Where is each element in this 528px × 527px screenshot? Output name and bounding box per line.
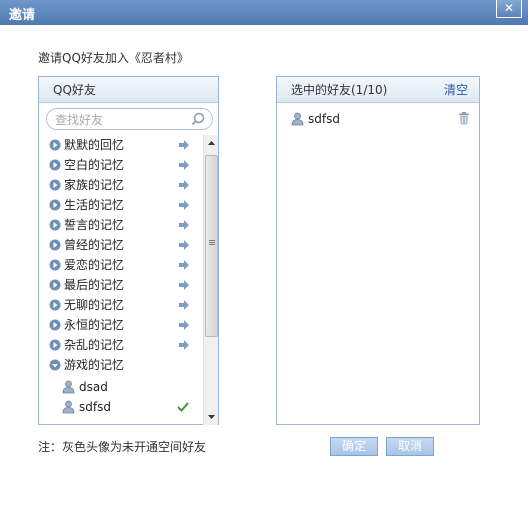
group-expanded-icon[interactable] <box>49 359 61 371</box>
friend-group[interactable]: 生活的记忆 <box>39 195 202 215</box>
clear-link[interactable]: 清空 <box>444 77 468 103</box>
add-group-arrow-icon[interactable] <box>179 200 189 210</box>
check-icon <box>177 402 189 412</box>
scrollbar-thumb[interactable] <box>205 155 218 337</box>
group-collapsed-icon[interactable] <box>49 159 61 171</box>
invite-subtitle: 邀请QQ好友加入《忍者村》 <box>38 51 189 65</box>
group-label: 空白的记忆 <box>64 158 125 172</box>
dialog-title: 邀请 <box>9 8 36 23</box>
group-label: 无聊的记忆 <box>64 298 125 312</box>
friend-item[interactable]: dsad <box>39 377 202 397</box>
group-label: 默默的回忆 <box>64 138 125 152</box>
group-collapsed-icon[interactable] <box>49 279 61 291</box>
friend-list: 默默的回忆空白的记忆家族的记忆生活的记忆誓言的记忆曾经的记忆爱恋的记忆最后的记忆… <box>39 135 202 425</box>
group-label: 永恒的记忆 <box>64 318 125 332</box>
person-icon <box>291 112 304 129</box>
cancel-button[interactable]: 取消 <box>386 437 434 456</box>
friend-group[interactable]: 家族的记忆 <box>39 175 202 195</box>
add-group-arrow-icon[interactable] <box>179 280 189 290</box>
add-group-arrow-icon[interactable] <box>179 220 189 230</box>
add-group-arrow-icon[interactable] <box>179 180 189 190</box>
friend-group[interactable]: 爱恋的记忆 <box>39 255 202 275</box>
friends-panel-header: QQ好友 <box>39 77 218 103</box>
group-label: 爱恋的记忆 <box>64 258 125 272</box>
group-label: 曾经的记忆 <box>64 238 125 252</box>
add-group-arrow-icon[interactable] <box>179 140 189 150</box>
friend-group[interactable]: 杂乱的记忆 <box>39 335 202 355</box>
add-group-arrow-icon[interactable] <box>179 340 189 350</box>
confirm-button[interactable]: 确定 <box>330 437 378 456</box>
friends-panel: QQ好友 默默的回忆空白的记忆家族的记忆生活的记忆誓言的记忆曾经的记忆爱恋的记忆… <box>38 76 219 425</box>
search-input[interactable] <box>55 112 185 127</box>
friend-item[interactable]: sdfsd <box>39 397 202 417</box>
add-group-arrow-icon[interactable] <box>179 320 189 330</box>
group-label: 家族的记忆 <box>64 178 125 192</box>
group-label: 游戏的记忆 <box>64 358 125 372</box>
friend-group[interactable]: 最后的记忆 <box>39 275 202 295</box>
selected-count-label: 选中的好友(1/10) <box>291 83 388 97</box>
group-collapsed-icon[interactable] <box>49 139 61 151</box>
friend-group[interactable]: 曾经的记忆 <box>39 235 202 255</box>
footer-note: 注：灰色头像为未开通空间好友 <box>38 440 207 454</box>
person-icon <box>62 400 75 420</box>
add-group-arrow-icon[interactable] <box>179 260 189 270</box>
selected-friend-name: sdfsd <box>308 112 340 126</box>
group-collapsed-icon[interactable] <box>49 299 61 311</box>
close-button[interactable]: ✕ <box>496 0 522 18</box>
group-collapsed-icon[interactable] <box>49 319 61 331</box>
add-group-arrow-icon[interactable] <box>179 300 189 310</box>
friend-list-scrollbar[interactable] <box>203 135 218 425</box>
add-group-arrow-icon[interactable] <box>179 160 189 170</box>
friend-name: dsad <box>79 380 108 394</box>
scroll-up-icon[interactable] <box>207 139 216 148</box>
friend-group[interactable]: 誓言的记忆 <box>39 215 202 235</box>
friend-group[interactable]: 永恒的记忆 <box>39 315 202 335</box>
group-collapsed-icon[interactable] <box>49 259 61 271</box>
group-collapsed-icon[interactable] <box>49 199 61 211</box>
selected-panel: 选中的好友(1/10) 清空 sdfsd <box>276 76 480 425</box>
group-collapsed-icon[interactable] <box>49 239 61 251</box>
friend-group[interactable]: 游戏的记忆 <box>39 355 202 375</box>
group-label: 杂乱的记忆 <box>64 338 125 352</box>
scroll-down-icon[interactable] <box>207 412 216 421</box>
add-group-arrow-icon[interactable] <box>179 240 189 250</box>
search-box[interactable] <box>46 108 213 130</box>
group-label: 生活的记忆 <box>64 198 125 212</box>
group-label: 誓言的记忆 <box>64 218 125 232</box>
trash-icon[interactable] <box>458 112 470 125</box>
friend-group[interactable]: 无聊的记忆 <box>39 295 202 315</box>
group-label: 最后的记忆 <box>64 278 125 292</box>
friend-group[interactable]: 空白的记忆 <box>39 155 202 175</box>
search-icon[interactable] <box>191 112 205 126</box>
group-collapsed-icon[interactable] <box>49 339 61 351</box>
group-collapsed-icon[interactable] <box>49 219 61 231</box>
selected-friend-item: sdfsd <box>291 111 471 129</box>
friend-name: sdfsd <box>79 400 111 414</box>
dialog-titlebar: 邀请 ✕ <box>0 0 528 25</box>
selected-panel-header: 选中的好友(1/10) 清空 <box>277 77 479 103</box>
group-collapsed-icon[interactable] <box>49 179 61 191</box>
friend-group[interactable]: 默默的回忆 <box>39 135 202 155</box>
